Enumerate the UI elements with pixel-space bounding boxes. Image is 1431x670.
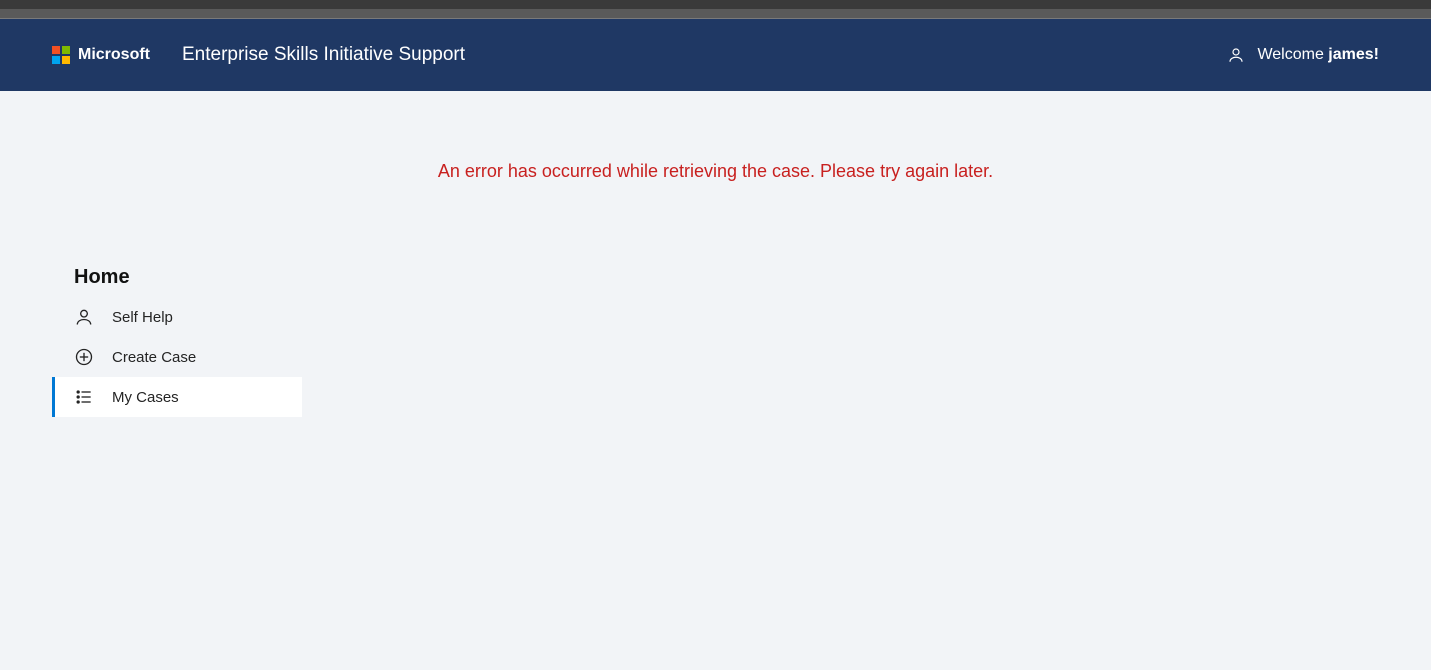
list-icon (74, 387, 94, 407)
welcome-username: james! (1328, 46, 1379, 63)
content-area: An error has occurred while retrieving t… (0, 91, 1431, 182)
welcome-prefix: Welcome (1257, 46, 1328, 63)
sidebar-nav: Home Self Help Create Case (52, 266, 302, 417)
user-icon (1227, 46, 1245, 64)
sidebar-heading: Home (52, 266, 302, 297)
microsoft-logo-icon (52, 46, 70, 64)
microsoft-logo-text: Microsoft (78, 46, 150, 64)
sidebar-item-my-cases[interactable]: My Cases (52, 377, 302, 417)
sidebar-item-self-help[interactable]: Self Help (52, 297, 302, 337)
sidebar-item-create-case[interactable]: Create Case (52, 337, 302, 377)
app-header: Microsoft Enterprise Skills Initiative S… (0, 19, 1431, 91)
header-left: Microsoft Enterprise Skills Initiative S… (52, 44, 465, 66)
microsoft-logo[interactable]: Microsoft (52, 46, 150, 64)
welcome-text: Welcome james! (1257, 46, 1379, 64)
app-title[interactable]: Enterprise Skills Initiative Support (182, 44, 465, 66)
sidebar-item-label: Self Help (112, 309, 173, 326)
person-icon (74, 307, 94, 327)
browser-chrome-sub (0, 9, 1431, 19)
browser-chrome-top (0, 0, 1431, 9)
user-area[interactable]: Welcome james! (1227, 46, 1379, 64)
plus-circle-icon (74, 347, 94, 367)
error-message: An error has occurred while retrieving t… (0, 91, 1431, 182)
sidebar-item-label: Create Case (112, 349, 196, 366)
sidebar-item-label: My Cases (112, 389, 179, 406)
